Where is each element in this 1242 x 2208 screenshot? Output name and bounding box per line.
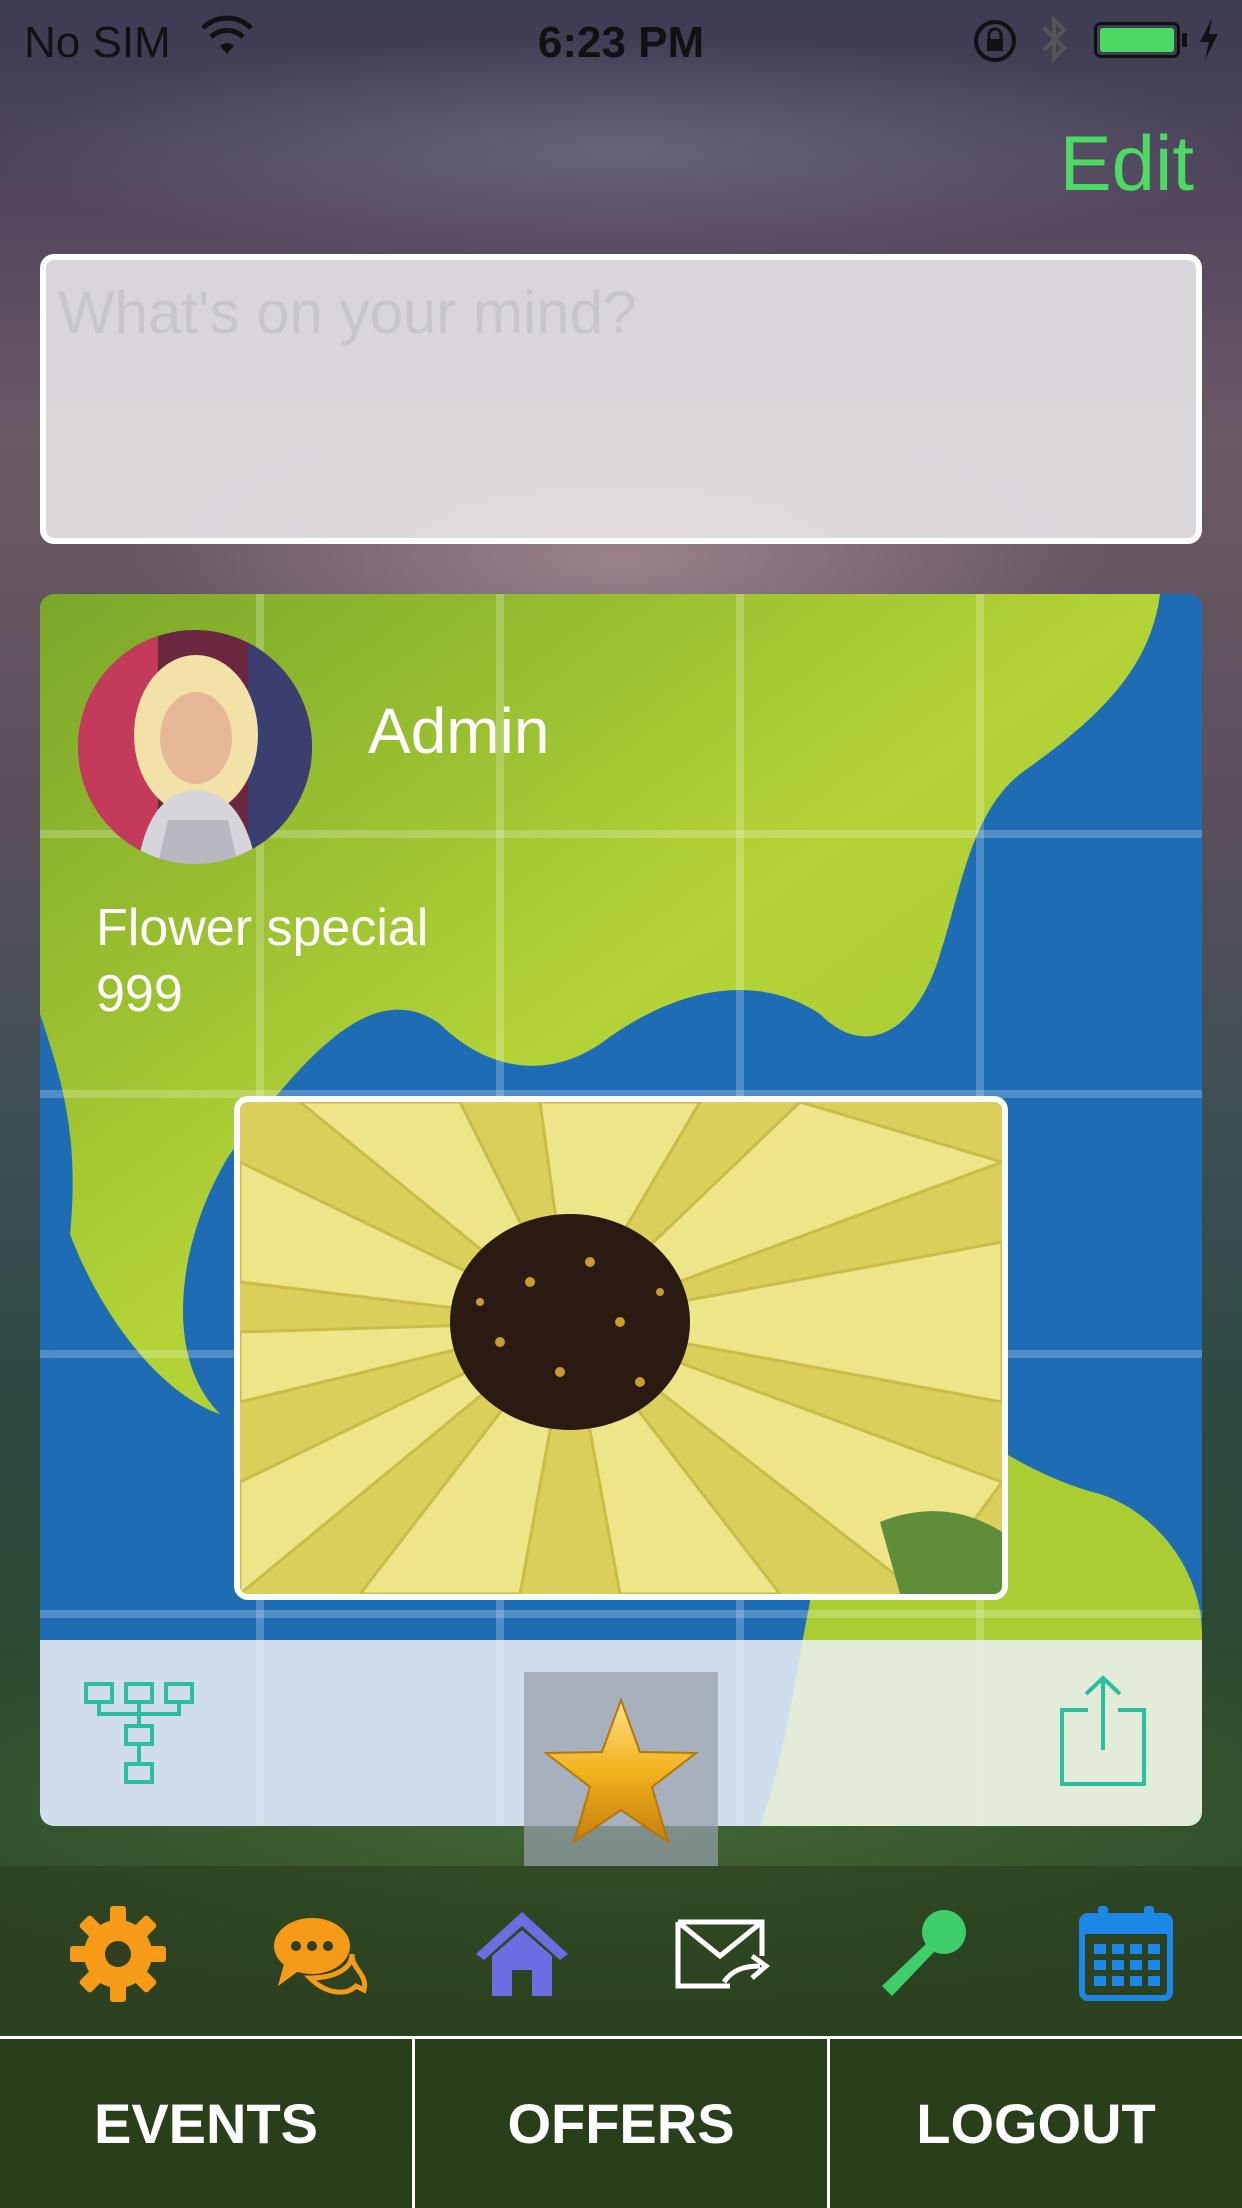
- home-icon[interactable]: [472, 1904, 572, 2004]
- post-card: Admin Flower special 999: [40, 594, 1202, 1826]
- author-name[interactable]: Admin: [368, 694, 549, 768]
- icon-nav-bar: [0, 1866, 1242, 2036]
- mail-forward-icon[interactable]: [674, 1904, 774, 2004]
- avatar[interactable]: [78, 630, 312, 864]
- hierarchy-icon[interactable]: [84, 1682, 194, 1791]
- battery-tip: [1182, 33, 1187, 47]
- bottom-tab-bar: EVENTS OFFERS LOGOUT: [0, 2036, 1242, 2208]
- chat-icon[interactable]: [270, 1904, 370, 2004]
- share-icon[interactable]: [1058, 1674, 1148, 1793]
- edit-button[interactable]: Edit: [1060, 118, 1194, 209]
- status-input[interactable]: [40, 254, 1202, 544]
- post-photo[interactable]: [234, 1096, 1008, 1600]
- post-price: 999: [96, 965, 183, 1023]
- calendar-icon[interactable]: [1076, 1904, 1176, 2004]
- bluetooth-icon: [1038, 14, 1072, 75]
- post-title: Flower special: [96, 899, 429, 957]
- orientation-lock-icon: [972, 18, 1018, 75]
- gear-icon[interactable]: [68, 1904, 168, 2004]
- status-bar: No SIM 6:23 PM: [0, 0, 1242, 80]
- charging-icon: [1196, 14, 1222, 75]
- microphone-icon[interactable]: [874, 1904, 974, 2004]
- tab-logout[interactable]: LOGOUT: [827, 2039, 1242, 2208]
- favorite-button[interactable]: [524, 1672, 718, 1866]
- battery-icon: [1094, 22, 1180, 58]
- tab-offers[interactable]: OFFERS: [412, 2039, 827, 2208]
- tab-events[interactable]: EVENTS: [0, 2039, 412, 2208]
